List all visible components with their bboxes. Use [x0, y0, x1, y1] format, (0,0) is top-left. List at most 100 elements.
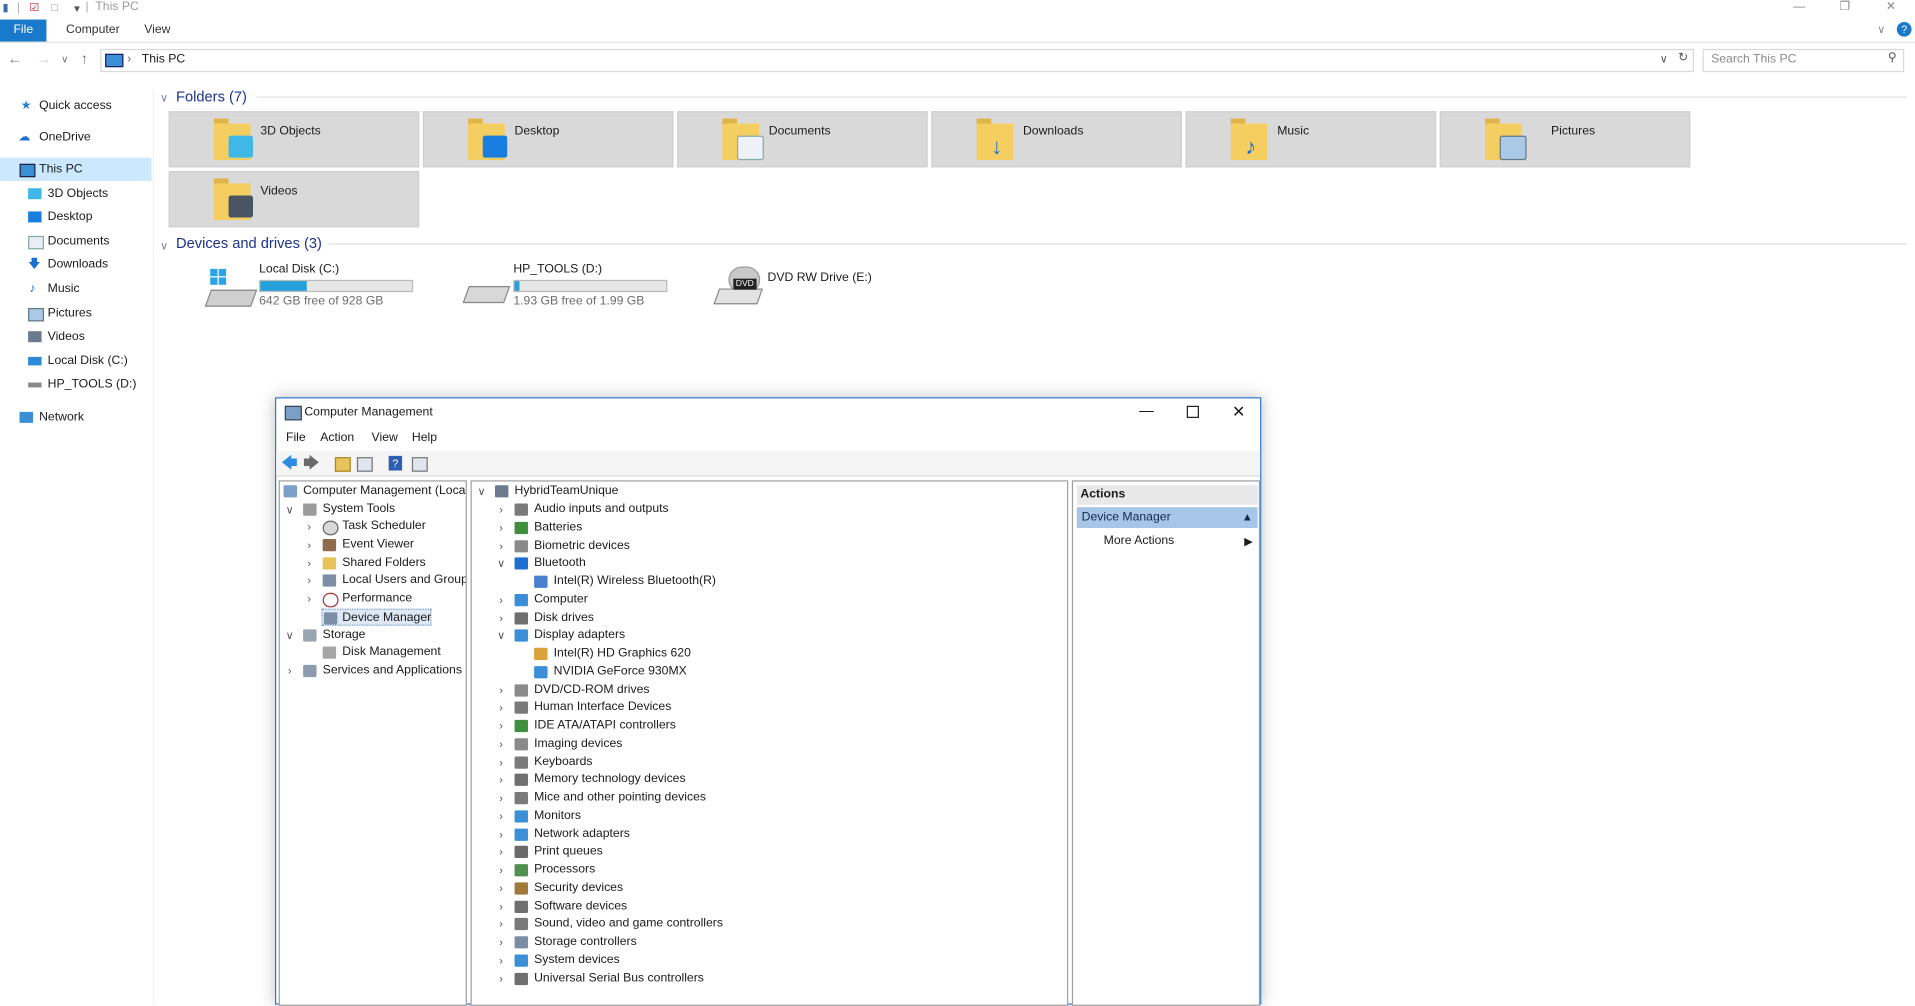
drives-group-header[interactable]: Devices and drives (3): [176, 235, 322, 252]
folder-documents[interactable]: Documents: [677, 111, 928, 168]
tree-system-tools[interactable]: ∨ System Tools: [280, 501, 466, 518]
folder-desktop[interactable]: Desktop: [422, 111, 674, 168]
more-actions[interactable]: More Actions ▶: [1077, 532, 1258, 552]
expand-chevron-icon[interactable]: ›: [495, 790, 507, 807]
cm-back-icon[interactable]: 🡄: [281, 454, 298, 472]
tree-performance[interactable]: › Performance: [280, 590, 466, 608]
tree-services-applications[interactable]: › Services and Applications: [280, 662, 466, 679]
properties-icon[interactable]: ☑: [29, 1, 39, 14]
minimize-icon[interactable]: —: [1793, 0, 1805, 13]
actions-device-manager[interactable]: Device Manager ▲: [1076, 507, 1258, 528]
expand-chevron-icon[interactable]: ›: [495, 609, 507, 626]
expand-chevron-icon[interactable]: ›: [303, 572, 315, 589]
tree-device-manager[interactable]: Device Manager: [321, 608, 432, 626]
drive-local-disk-c[interactable]: Local Disk (C:) 642 GB free of 928 GB: [204, 262, 440, 316]
up-one-level-icon[interactable]: [334, 457, 351, 472]
nav-item-local-disk-c[interactable]: Local Disk (C:): [0, 350, 152, 373]
address-dropdown-icon[interactable]: ∨: [1660, 53, 1668, 66]
search-icon[interactable]: ⚲: [1888, 51, 1897, 64]
expand-chevron-icon[interactable]: ›: [495, 501, 507, 518]
expand-chevron-icon[interactable]: ›: [495, 717, 507, 734]
expand-chevron-icon[interactable]: ›: [303, 555, 315, 572]
collapse-chevron-icon[interactable]: ∨: [495, 555, 507, 572]
forward-icon[interactable]: →: [37, 50, 52, 67]
nav-item-3d-objects[interactable]: 3D Objects: [0, 182, 152, 205]
collapse-up-icon[interactable]: ▲: [1242, 507, 1253, 528]
breadcrumb-this-pc[interactable]: This PC: [142, 53, 185, 66]
expand-chevron-icon[interactable]: ›: [495, 519, 507, 536]
nav-item-pictures[interactable]: Pictures: [0, 302, 152, 325]
cm-forward-icon[interactable]: 🡆: [303, 454, 320, 472]
expand-chevron-icon[interactable]: ›: [495, 537, 507, 554]
expand-chevron-icon[interactable]: ›: [495, 808, 507, 825]
folder-videos[interactable]: Videos: [168, 171, 420, 228]
new-folder-icon[interactable]: □: [51, 1, 58, 13]
cm-maximize-icon[interactable]: [1186, 405, 1199, 418]
folder-pictures[interactable]: Pictures: [1439, 111, 1691, 168]
cm-menu-help[interactable]: Help: [412, 431, 437, 444]
tab-computer[interactable]: Computer: [54, 20, 132, 42]
expand-chevron-icon[interactable]: ›: [284, 662, 296, 679]
drive-dvd-rw-e[interactable]: DVD DVD RW Drive (E:): [713, 262, 948, 316]
cm-menu-action[interactable]: Action: [320, 431, 354, 444]
nav-item-this-pc[interactable]: This PC: [0, 157, 152, 181]
up-icon[interactable]: ↑: [81, 50, 88, 67]
collapse-chevron-icon[interactable]: ∨: [284, 501, 296, 518]
cm-menu-file[interactable]: File: [286, 431, 306, 444]
nav-item-music[interactable]: ♪ Music: [0, 277, 152, 300]
nav-item-downloads[interactable]: 🡇 Downloads: [0, 253, 152, 276]
cm-titlebar[interactable]: Computer Management — ✕: [276, 398, 1260, 427]
expand-chevron-icon[interactable]: ›: [495, 591, 507, 608]
expand-chevron-icon[interactable]: ›: [303, 518, 315, 535]
expand-chevron-icon[interactable]: ›: [495, 699, 507, 716]
close-icon[interactable]: ✕: [1886, 0, 1896, 13]
expand-chevron-icon[interactable]: ›: [495, 753, 507, 770]
expand-chevron-icon[interactable]: ›: [495, 862, 507, 879]
tree-local-users-groups[interactable]: › Local Users and Groups: [280, 572, 466, 589]
tree-storage[interactable]: ∨ Storage: [280, 627, 466, 644]
qat-dropdown-icon[interactable]: ▼: [72, 4, 82, 15]
expand-chevron-icon[interactable]: ›: [495, 898, 507, 915]
refresh-icon[interactable]: ↻: [1678, 51, 1688, 64]
tree-task-scheduler[interactable]: › Task Scheduler: [280, 518, 466, 536]
show-hide-console-tree-icon[interactable]: [356, 457, 373, 472]
expand-chevron-icon[interactable]: ›: [495, 934, 507, 951]
expand-ribbon-icon[interactable]: ∨: [1877, 23, 1885, 36]
tree-disk-management[interactable]: Disk Management: [280, 644, 466, 661]
restore-icon[interactable]: ❐: [1839, 0, 1850, 13]
search-box[interactable]: Search This PC ⚲: [1702, 48, 1905, 73]
cm-close-icon[interactable]: ✕: [1232, 402, 1245, 422]
help-book-icon[interactable]: ?: [388, 455, 403, 471]
collapse-chevron-icon[interactable]: ∨: [495, 627, 507, 644]
search-input[interactable]: Search This PC: [1711, 53, 1796, 66]
expand-chevron-icon[interactable]: ›: [495, 916, 507, 933]
nav-item-quick-access[interactable]: ★ Quick access: [0, 94, 152, 117]
expand-chevron-icon[interactable]: ›: [495, 880, 507, 897]
expand-chevron-icon[interactable]: ›: [495, 772, 507, 789]
nav-item-documents[interactable]: Documents: [0, 230, 152, 253]
show-hide-action-pane-icon[interactable]: [411, 457, 428, 472]
cm-minimize-icon[interactable]: —: [1139, 402, 1154, 419]
expand-chevron-icon[interactable]: ›: [495, 735, 507, 752]
expand-chevron-icon[interactable]: ›: [495, 952, 507, 969]
tree-computer-management[interactable]: Computer Management (Local: [280, 483, 466, 500]
expand-chevron-icon[interactable]: ›: [495, 681, 507, 698]
expand-chevron-icon[interactable]: ›: [495, 970, 507, 987]
expand-chevron-icon[interactable]: ›: [495, 844, 507, 861]
address-bar[interactable]: › This PC ∨ ↻: [100, 48, 1694, 73]
expand-chevron-icon[interactable]: ›: [495, 826, 507, 843]
tree-shared-folders[interactable]: › Shared Folders: [280, 555, 466, 572]
folder-music[interactable]: ♪ Music: [1185, 111, 1437, 168]
nav-item-videos[interactable]: Videos: [0, 325, 152, 348]
collapse-chevron-icon[interactable]: ∨: [284, 627, 296, 644]
breadcrumb-chevron-icon[interactable]: ›: [127, 53, 131, 66]
nav-item-network[interactable]: Network: [0, 406, 152, 429]
computer-management-window[interactable]: Computer Management — ✕ File Action View…: [274, 397, 1262, 1006]
expand-chevron-icon[interactable]: ›: [303, 537, 315, 554]
tree-event-viewer[interactable]: › Event Viewer: [280, 537, 466, 554]
tab-view[interactable]: View: [132, 20, 183, 42]
folder-3d-objects[interactable]: 3D Objects: [168, 111, 420, 168]
recent-locations-icon[interactable]: ∨: [61, 54, 68, 65]
nav-item-desktop[interactable]: Desktop: [0, 205, 152, 228]
cm-menu-view[interactable]: View: [372, 431, 398, 444]
